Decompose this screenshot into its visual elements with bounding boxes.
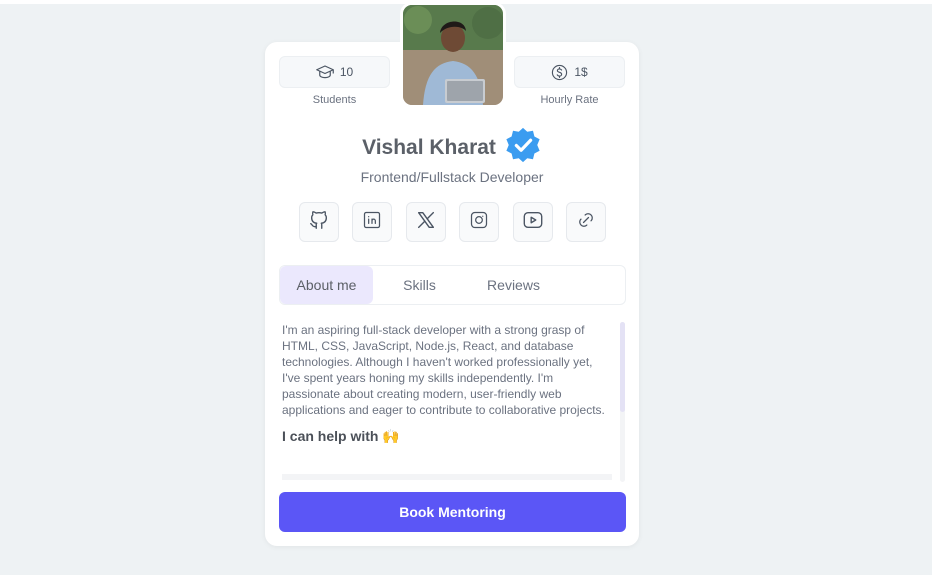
avatar: [403, 5, 503, 105]
x-twitter-icon: [415, 209, 437, 236]
profile-tabs: About me Skills Reviews: [279, 265, 626, 305]
help-with-heading: I can help with 🙌: [282, 428, 400, 444]
website-link[interactable]: [565, 202, 606, 242]
instagram-icon: [469, 210, 489, 235]
verified-badge-icon: [504, 126, 542, 169]
about-content[interactable]: I'm an aspiring full-stack developer wit…: [282, 322, 612, 480]
mentor-role: Frontend/Fullstack Developer: [360, 169, 544, 185]
hourly-rate-value: 1$: [574, 65, 588, 79]
dollar-circle-icon: [551, 64, 568, 81]
book-mentoring-button[interactable]: Book Mentoring: [279, 492, 626, 532]
youtube-link[interactable]: [512, 202, 553, 242]
instagram-link[interactable]: [459, 202, 500, 242]
link-icon: [576, 210, 596, 235]
avatar-frame: [400, 2, 506, 108]
mentor-name: Vishal Kharat: [362, 135, 496, 159]
tab-skills[interactable]: Skills: [373, 266, 466, 304]
tab-reviews[interactable]: Reviews: [466, 266, 561, 304]
students-label: Students: [312, 94, 357, 106]
graduation-cap-icon: [315, 65, 334, 79]
linkedin-link[interactable]: [352, 202, 393, 242]
tab-about-me[interactable]: About me: [280, 266, 373, 304]
content-scrollbar[interactable]: [620, 322, 625, 482]
hourly-rate-stat: 1$: [514, 56, 625, 88]
github-icon: [308, 209, 330, 236]
linkedin-icon: [362, 210, 382, 235]
youtube-icon: [522, 209, 544, 236]
scrollbar-thumb[interactable]: [620, 322, 625, 412]
profile-photo: [403, 5, 503, 105]
students-count: 10: [339, 65, 354, 79]
hourly-rate-label: Hourly Rate: [540, 94, 599, 106]
social-links: [299, 202, 606, 242]
x-link[interactable]: [405, 202, 446, 242]
about-text: I'm an aspiring full-stack developer wit…: [282, 323, 605, 417]
github-link[interactable]: [299, 202, 339, 242]
name-row: Vishal Kharat: [265, 126, 639, 169]
mentor-profile-card: 10 Students 1$ Hourly Rate Vishal Kharat…: [265, 2, 639, 546]
students-stat: 10: [279, 56, 390, 88]
content-divider: [282, 474, 612, 480]
